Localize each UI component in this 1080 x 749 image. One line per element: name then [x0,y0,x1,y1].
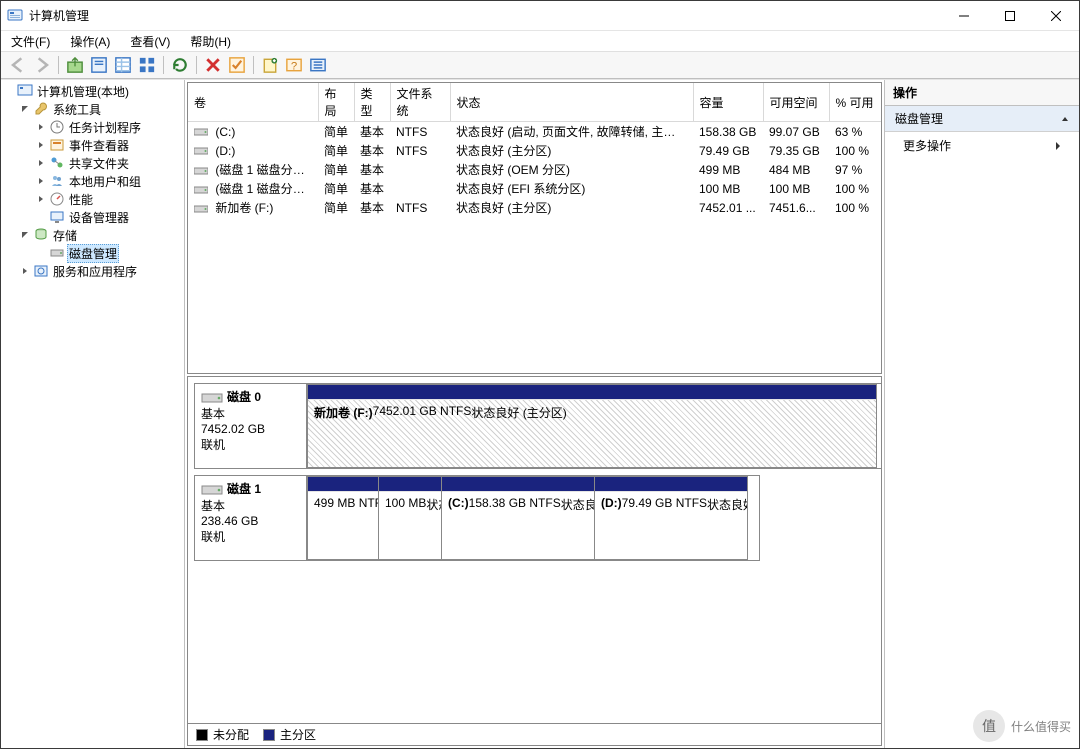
center-pane: 卷 布局 类型 文件系统 状态 容量 可用空间 % 可用 (C:)简单基本NTF… [185,80,884,748]
app-window: 计算机管理 文件(F) 操作(A) 查看(V) 帮助(H) ? [0,0,1080,749]
col-pct[interactable]: % 可用 [829,83,881,122]
chevron-up-icon [1061,115,1069,123]
tree-local-users[interactable]: 本地用户和组 [35,172,184,190]
close-button[interactable] [1033,1,1079,30]
users-icon [49,173,65,189]
volume-row[interactable]: 新加卷 (F:)简单基本NTFS状态良好 (主分区)7452.01 ...745… [188,198,881,217]
tool-list[interactable] [307,54,329,76]
actions-header: 操作 [885,80,1079,106]
services-icon [33,263,49,279]
chevron-right-icon [1055,141,1061,151]
tree-storage[interactable]: 存储 [19,226,184,244]
device-icon [49,209,65,225]
partition[interactable]: 499 MB NTF状态良好 (OE [307,476,379,560]
col-fs[interactable]: 文件系统 [390,83,450,122]
tool-properties[interactable] [88,54,110,76]
volume-row[interactable]: (C:)简单基本NTFS状态良好 (启动, 页面文件, 故障转储, 主分区)15… [188,122,881,142]
tree-device-manager[interactable]: 设备管理器 [35,208,184,226]
partition[interactable]: (C:)158.38 GB NTFS状态良好 (启动, 页面文件, 故 [441,476,595,560]
nav-forward-button[interactable] [31,54,53,76]
col-layout[interactable]: 布局 [318,83,354,122]
tool-new[interactable] [259,54,281,76]
legend-unallocated: 未分配 [213,726,249,743]
tree-task-scheduler[interactable]: 任务计划程序 [35,118,184,136]
titlebar: 计算机管理 [1,1,1079,31]
volume-list[interactable]: 卷 布局 类型 文件系统 状态 容量 可用空间 % 可用 (C:)简单基本NTF… [187,82,882,374]
tool-detail-view[interactable] [112,54,134,76]
actions-more[interactable]: 更多操作 [885,132,1079,159]
toolbar: ? [1,51,1079,79]
menu-action[interactable]: 操作(A) [64,31,116,52]
tree-event-viewer[interactable]: 事件查看器 [35,136,184,154]
collapse-icon[interactable] [35,175,47,187]
share-icon [49,155,65,171]
collapse-icon[interactable] [35,193,47,205]
legend-swatch-unallocated [196,729,208,741]
tree-pane[interactable]: 计算机管理(本地) 系统工具 任务计划程序 事件查看器 [1,80,185,748]
wrench-icon [33,101,49,117]
watermark: 值 什么值得买 [973,710,1071,742]
partition[interactable]: 100 MB状态良好 [378,476,442,560]
actions-section-disk-mgmt[interactable]: 磁盘管理 [885,106,1079,132]
col-volume[interactable]: 卷 [188,83,318,122]
col-free[interactable]: 可用空间 [763,83,829,122]
disk-map[interactable]: 磁盘 0基本7452.02 GB联机新加卷 (F:)7452.01 GB NTF… [187,376,882,746]
disk-icon [49,245,65,261]
tree-system-tools[interactable]: 系统工具 [19,100,184,118]
tool-refresh[interactable] [169,54,191,76]
nav-back-button[interactable] [7,54,29,76]
computer-icon [17,83,33,99]
tree-disk-management[interactable]: 磁盘管理 [35,244,184,262]
menu-help[interactable]: 帮助(H) [184,31,237,52]
window-title: 计算机管理 [29,7,941,24]
app-icon [7,8,23,24]
perf-icon [49,191,65,207]
expand-icon[interactable] [19,103,31,115]
storage-icon [33,227,49,243]
volume-row[interactable]: (D:)简单基本NTFS状态良好 (主分区)79.49 GB79.35 GB10… [188,141,881,160]
legend: 未分配 主分区 [188,723,881,745]
col-type[interactable]: 类型 [354,83,390,122]
tool-icon-view[interactable] [136,54,158,76]
col-capacity[interactable]: 容量 [693,83,763,122]
col-status[interactable]: 状态 [450,83,693,122]
tool-help[interactable]: ? [283,54,305,76]
watermark-text: 什么值得买 [1011,718,1071,735]
minimize-button[interactable] [941,1,987,30]
event-icon [49,137,65,153]
expand-icon[interactable] [19,229,31,241]
collapse-icon[interactable] [35,139,47,151]
actions-pane: 操作 磁盘管理 更多操作 [884,80,1079,748]
disk-row[interactable]: 磁盘 0基本7452.02 GB联机新加卷 (F:)7452.01 GB NTF… [194,383,882,469]
tree-shared-folders[interactable]: 共享文件夹 [35,154,184,172]
tree-performance[interactable]: 性能 [35,190,184,208]
tool-check[interactable] [226,54,248,76]
collapse-icon[interactable] [35,121,47,133]
legend-swatch-primary [263,729,275,741]
disk-info[interactable]: 磁盘 0基本7452.02 GB联机 [195,384,307,468]
volume-row[interactable]: (磁盘 1 磁盘分区 1)简单基本状态良好 (OEM 分区)499 MB484 … [188,160,881,179]
collapse-icon[interactable] [19,265,31,277]
collapse-icon[interactable] [35,157,47,169]
legend-primary: 主分区 [280,726,316,743]
svg-text:?: ? [291,60,297,72]
volume-header-row[interactable]: 卷 布局 类型 文件系统 状态 容量 可用空间 % 可用 [188,83,881,122]
tree-root[interactable]: 计算机管理(本地) [3,82,184,100]
tree-services-apps[interactable]: 服务和应用程序 [19,262,184,280]
tool-up-level[interactable] [64,54,86,76]
maximize-button[interactable] [987,1,1033,30]
volume-row[interactable]: (磁盘 1 磁盘分区 2)简单基本状态良好 (EFI 系统分区)100 MB10… [188,179,881,198]
disk-info[interactable]: 磁盘 1基本238.46 GB联机 [195,476,307,560]
menubar: 文件(F) 操作(A) 查看(V) 帮助(H) [1,31,1079,51]
watermark-badge: 值 [973,710,1005,742]
menu-file[interactable]: 文件(F) [5,31,56,52]
clock-icon [49,119,65,135]
partition[interactable]: 新加卷 (F:)7452.01 GB NTFS状态良好 (主分区) [307,384,877,468]
menu-view[interactable]: 查看(V) [124,31,176,52]
disk-row[interactable]: 磁盘 1基本238.46 GB联机499 MB NTF状态良好 (OE100 M… [194,475,760,561]
partition[interactable]: (D:)79.49 GB NTFS状态良好 (主分区) [594,476,748,560]
tool-delete[interactable] [202,54,224,76]
